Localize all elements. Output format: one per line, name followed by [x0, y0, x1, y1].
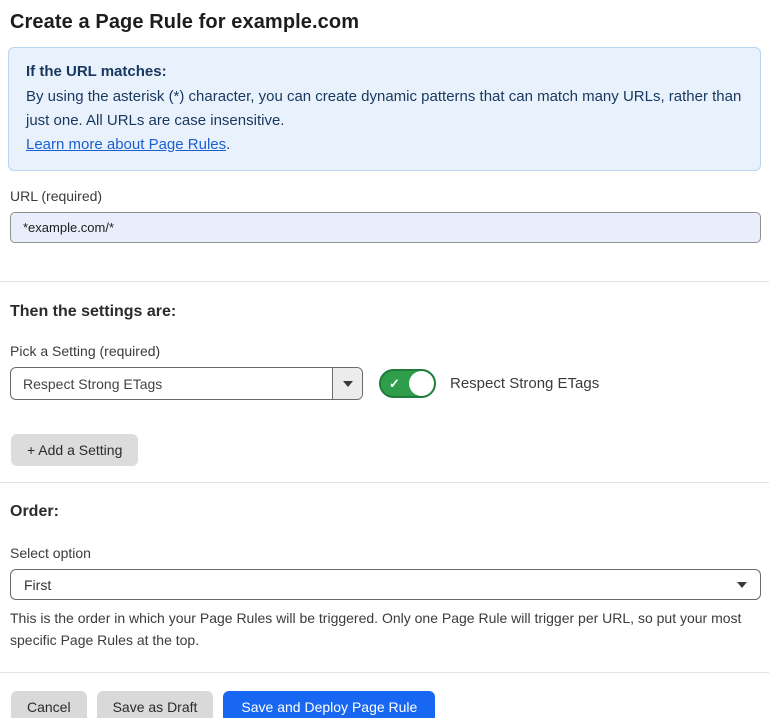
- check-icon: ✓: [389, 377, 400, 390]
- setting-dropdown-value: Respect Strong ETags: [11, 368, 332, 399]
- url-input[interactable]: [10, 212, 761, 243]
- info-box-link-line: Learn more about Page Rules.: [26, 133, 743, 157]
- chevron-down-icon: [343, 381, 353, 387]
- toggle-knob: [409, 371, 434, 396]
- save-as-draft-button[interactable]: Save as Draft: [97, 691, 214, 718]
- order-select-value: First: [24, 577, 51, 593]
- setting-dropdown[interactable]: Respect Strong ETags: [10, 367, 363, 400]
- footer-actions: Cancel Save as Draft Save and Deploy Pag…: [11, 691, 759, 718]
- info-box-body: By using the asterisk (*) character, you…: [26, 85, 743, 133]
- setting-dropdown-arrow-button[interactable]: [332, 368, 362, 399]
- page-title: Create a Page Rule for example.com: [10, 11, 759, 34]
- order-select[interactable]: First: [10, 569, 761, 600]
- divider: [0, 482, 769, 483]
- link-suffix: .: [226, 136, 230, 153]
- order-section-heading: Order:: [10, 503, 759, 521]
- learn-more-link[interactable]: Learn more about Page Rules: [26, 136, 226, 153]
- divider: [0, 281, 769, 282]
- cancel-button[interactable]: Cancel: [11, 691, 87, 718]
- url-matches-info-box: If the URL matches: By using the asteris…: [8, 47, 761, 171]
- order-help-text: This is the order in which your Page Rul…: [10, 607, 755, 651]
- etags-toggle[interactable]: ✓: [379, 369, 436, 398]
- order-select-label: Select option: [10, 545, 759, 561]
- save-and-deploy-button[interactable]: Save and Deploy Page Rule: [223, 691, 435, 718]
- chevron-down-icon: [737, 582, 747, 588]
- divider: [0, 672, 769, 673]
- pick-setting-label: Pick a Setting (required): [10, 343, 759, 359]
- toggle-label: Respect Strong ETags: [450, 375, 599, 392]
- url-field-label: URL (required): [10, 188, 759, 204]
- info-box-heading: If the URL matches:: [26, 60, 743, 84]
- add-setting-button[interactable]: + Add a Setting: [11, 434, 138, 466]
- setting-row: Respect Strong ETags ✓ Respect Strong ET…: [10, 367, 759, 400]
- settings-section-heading: Then the settings are:: [10, 303, 759, 321]
